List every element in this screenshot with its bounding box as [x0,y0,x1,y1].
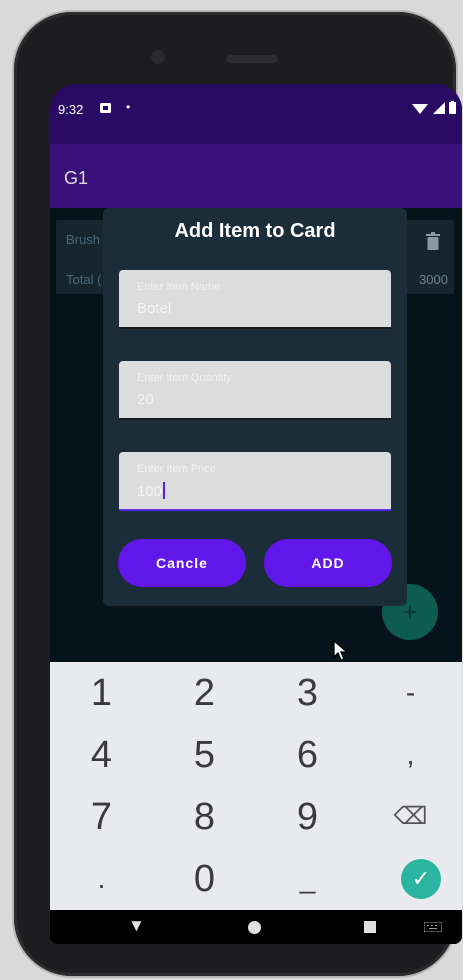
app-title: G1 [64,168,89,188]
mouse-pointer-icon [333,640,349,661]
battery-icon [449,101,456,114]
key-1[interactable]: 1 [50,662,153,724]
key-minus[interactable]: - [359,662,462,724]
item-quantity-label: Enter Item Quantity [137,372,232,384]
backspace-icon[interactable]: ⌫ [359,786,462,848]
trash-icon[interactable] [426,232,440,250]
add-item-dialog: Add Item to Card Enter Item Name Botel E… [103,208,407,606]
navigation-bar: ▼ [50,910,462,944]
home-icon[interactable] [248,921,261,934]
camera [151,50,165,64]
app-bar: G1 [50,144,462,208]
item-name-value: Botel [137,300,172,317]
wifi-icon [412,104,429,114]
add-button[interactable]: ADD [264,539,392,587]
item-name-label: Enter Item Name [137,281,221,293]
item-price-field[interactable]: Enter Item Price 100 [119,452,391,511]
key-comma[interactable]: , [359,724,462,786]
back-icon[interactable]: ▼ [128,916,145,936]
item-name-field[interactable]: Enter Item Name Botel [119,270,391,329]
key-2[interactable]: 2 [153,662,256,724]
screen: 9:32 • G1 Brush Total ( 3000 + Add Item … [50,84,462,944]
key-space[interactable]: _ [256,848,359,910]
total-value: 3000 [419,272,448,287]
key-9[interactable]: 9 [256,786,359,848]
system-status-icons [412,101,456,117]
recents-icon[interactable] [364,921,376,933]
keyboard-switch-icon[interactable] [424,922,442,932]
key-3[interactable]: 3 [256,662,359,724]
status-dot: • [126,100,131,114]
item-name: Brush [66,232,100,247]
item-price-label: Enter Item Price [137,463,216,475]
item-quantity-value: 20 [137,391,154,408]
key-8[interactable]: 8 [153,786,256,848]
key-7[interactable]: 7 [50,786,153,848]
key-4[interactable]: 4 [50,724,153,786]
speaker [226,55,278,63]
dialog-title: Add Item to Card [174,220,336,242]
text-caret [163,482,166,499]
check-glyph: ✓ [411,866,431,891]
item-price-value: 100 [137,483,163,500]
item-quantity-field[interactable]: Enter Item Quantity 20 [119,361,391,420]
key-6[interactable]: 6 [256,724,359,786]
signal-icon [432,102,445,114]
item-price-value-wrap: 100 [137,482,166,500]
status-time: 9:32 [58,102,84,117]
confirm-check-icon[interactable]: ✓ [401,859,441,899]
total-label: Total ( [66,272,102,287]
key-5[interactable]: 5 [153,724,256,786]
key-0[interactable]: 0 [153,848,256,910]
status-bar: 9:32 • [50,84,462,144]
key-period[interactable]: . [50,848,153,910]
notification-icon [100,103,111,113]
numeric-keyboard: 1 2 3 - 4 5 6 , 7 8 9 ⌫ . 0 _ ✓ [50,662,462,910]
cancel-button[interactable]: Cancle [118,539,246,587]
phone-frame: 9:32 • G1 Brush Total ( 3000 + Add Item … [14,12,462,976]
